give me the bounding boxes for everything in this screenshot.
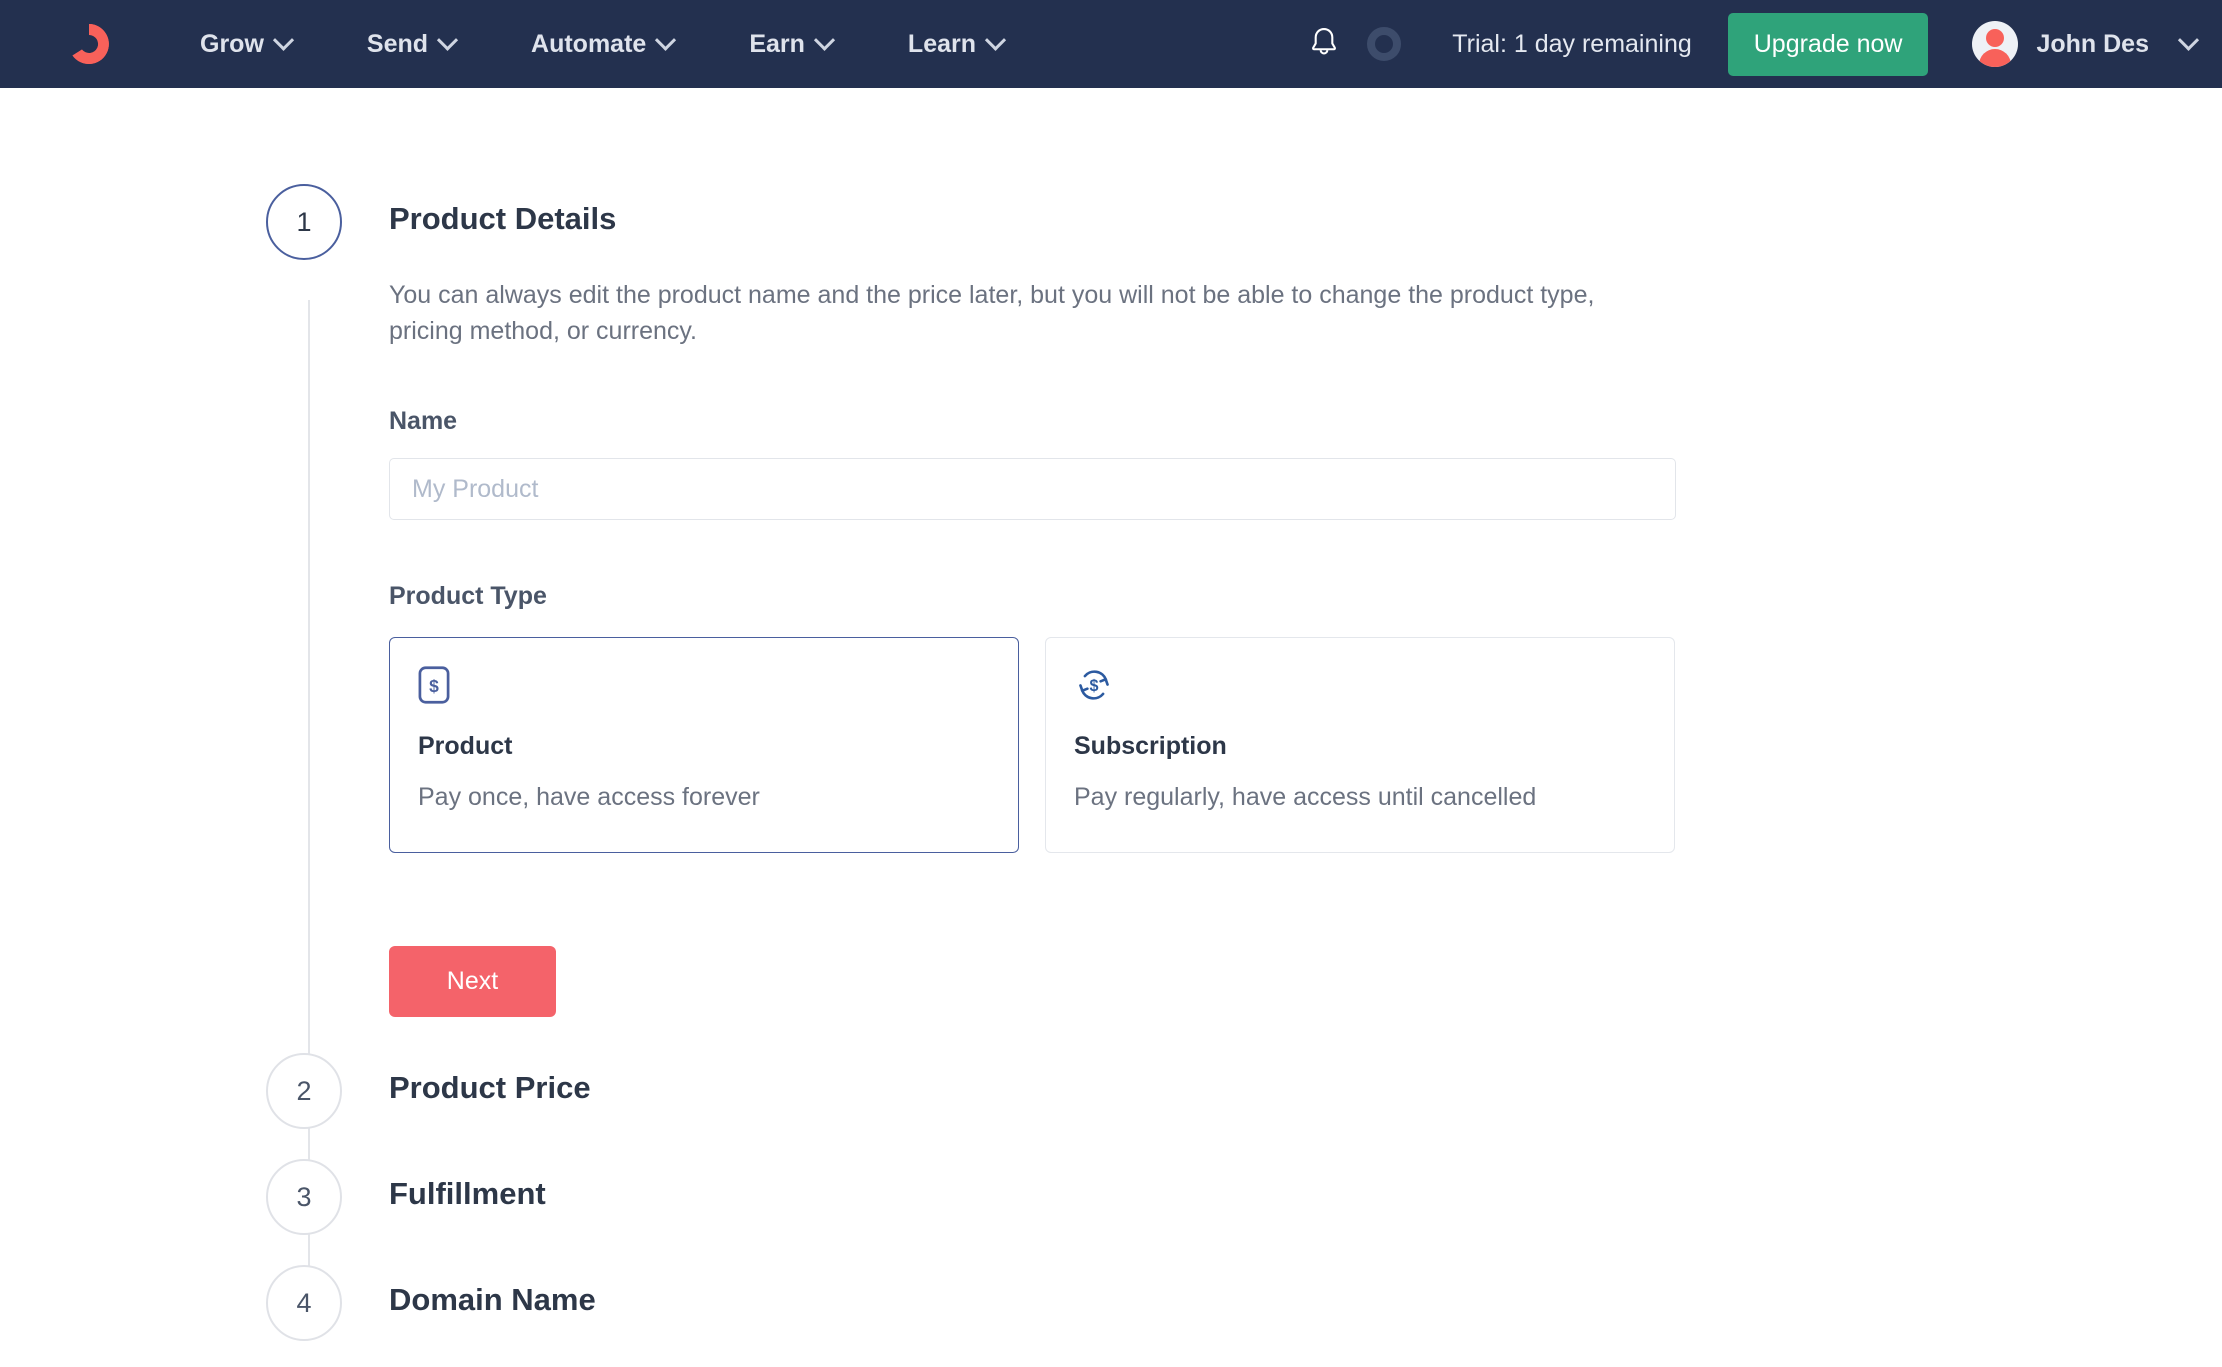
avatar-head [1986,29,2005,47]
nav-item-send[interactable]: Send [366,22,459,67]
user-menu[interactable]: John Des [1972,21,2200,67]
dollar-recurring-icon: $ [1079,670,1109,700]
product-type-card-subscription-title: Subscription [1074,732,1227,761]
step-3-body: Fulfillment [389,1159,1966,1214]
step-4-title: Domain Name [389,1282,596,1318]
step-1-description: You can always edit the product name and… [389,280,1595,345]
step-1-marker[interactable]: 1 [266,184,342,260]
step-product-price: 2 Product Price [266,1053,1966,1130]
product-creation-stepper: 1 Product Details You can always edit th… [266,184,1966,1342]
nav-item-automate[interactable]: Automate [531,22,677,67]
nav-item-earn[interactable]: Earn [749,22,836,67]
trial-status-text: Trial: 1 day remaining [1452,29,1692,58]
product-type-label: Product Type [389,582,547,611]
user-name-label: John Des [2036,29,2149,58]
product-type-options: $ Product Pay once, have access forever [389,637,1966,854]
nav-item-earn-label: Earn [749,29,805,58]
nav-item-grow-label: Grow [200,29,264,58]
nav-item-send-label: Send [366,29,429,58]
step-1-number: 1 [296,206,312,237]
avatar-body [1979,49,2012,67]
svg-text:$: $ [1090,677,1099,695]
step-3-marker[interactable]: 3 [266,1159,342,1236]
product-type-card-product-title: Product [418,732,513,761]
product-type-card-subscription-subtitle: Pay regularly, have access until cancell… [1074,783,1537,812]
chevron-down-icon [984,29,1007,51]
step-1-title: Product Details [389,201,617,236]
step-4-marker[interactable]: 4 [266,1265,342,1342]
chevron-down-icon [436,29,459,51]
step-3-number: 3 [296,1181,312,1212]
svg-text:$: $ [429,676,439,696]
step-4-number: 4 [296,1287,312,1318]
status-ring-button[interactable] [1358,18,1410,70]
top-navbar: Grow Send Automate Earn Learn Trial: 1 d… [0,0,2222,88]
product-wizard-page: 1 Product Details You can always edit th… [0,88,2222,1367]
nav-item-learn[interactable]: Learn [907,22,1007,67]
step-4-body: Domain Name [389,1265,1966,1320]
navbar-right-cluster: Trial: 1 day remaining Upgrade now John … [1298,12,2200,76]
step-product-details: 1 Product Details You can always edit th… [266,184,1966,1053]
chevron-down-icon [272,29,295,51]
product-name-input[interactable] [389,458,1676,521]
chevron-down-icon [655,29,677,51]
dollar-square-icon: $ [418,666,450,704]
step-domain-name: 4 Domain Name [266,1265,1966,1342]
avatar [1972,21,2019,67]
bell-icon [1312,28,1337,55]
step-2-marker[interactable]: 2 [266,1053,342,1130]
step-3-title: Fulfillment [389,1176,546,1212]
nav-item-learn-label: Learn [907,29,977,58]
product-type-card-subscription[interactable]: $ Subscription Pay regularly, have acces… [1045,637,1675,854]
notifications-button[interactable] [1298,18,1350,70]
chevron-down-icon [813,29,836,51]
nav-item-automate-label: Automate [531,29,647,58]
step-2-title: Product Price [389,1070,591,1106]
step-2-body: Product Price [389,1053,1966,1108]
main-navigation: Grow Send Automate Earn Learn [200,22,1007,67]
step-1-body: Product Details You can always edit the … [389,184,1966,1053]
upgrade-now-button[interactable]: Upgrade now [1727,12,1929,76]
chevron-down-icon [2177,29,2200,51]
dollar-recurring-icon-wrap: $ [1074,666,1646,710]
product-type-card-product[interactable]: $ Product Pay once, have access forever [389,637,1019,854]
step-2-number: 2 [296,1075,312,1106]
product-type-card-product-subtitle: Pay once, have access forever [418,783,760,812]
step-fulfillment: 3 Fulfillment [266,1159,1966,1236]
name-field-label: Name [389,407,458,436]
nav-item-grow[interactable]: Grow [200,22,295,67]
progress-ring-icon [1367,27,1402,61]
next-button[interactable]: Next [389,946,556,1018]
convertkit-logo[interactable] [62,17,116,71]
dollar-square-icon-wrap: $ [418,666,990,710]
convertkit-logo-icon [72,24,109,64]
